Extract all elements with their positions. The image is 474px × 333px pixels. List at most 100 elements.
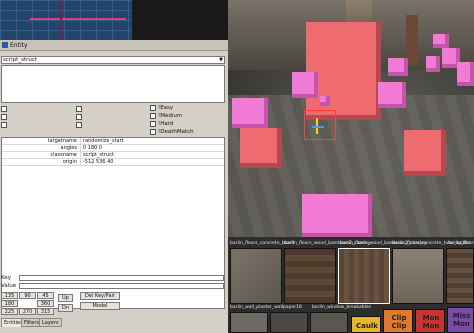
table-row[interactable]: classname script_struct <box>2 152 224 159</box>
caulk-texture[interactable]: Caulk <box>351 316 381 333</box>
pink-cube[interactable] <box>426 56 440 72</box>
checkbox[interactable] <box>76 106 82 112</box>
angle-315-button[interactable]: 315 <box>37 308 54 315</box>
pink-cube[interactable] <box>457 62 474 86</box>
camera-viewport[interactable] <box>228 0 474 237</box>
miss-label: Miss <box>452 312 471 320</box>
table-row[interactable]: angles 0 180 0 <box>2 145 224 152</box>
spawnflag-3[interactable] <box>1 122 9 128</box>
kv-key: angles <box>2 145 81 151</box>
window-title: Entity <box>10 41 28 49</box>
texture-name: barlin_floors_wood <box>448 241 474 246</box>
kv-key: classname <box>2 152 81 158</box>
entity-window: Entity script_struct ▼ !Easy !Medium !Ha… <box>0 40 229 333</box>
angle-270-button[interactable]: 270 <box>19 308 36 315</box>
entity-class-value: script_struct <box>3 57 38 63</box>
texture-tile[interactable] <box>284 248 336 304</box>
red-cube[interactable] <box>404 130 446 176</box>
angle-90-button[interactable]: 90 <box>19 292 36 299</box>
kv-key: origin <box>2 159 81 165</box>
angle-45-button[interactable]: 45 <box>37 292 54 299</box>
down-button[interactable]: Dn <box>58 304 73 312</box>
pink-cube[interactable] <box>388 58 408 76</box>
spawnflag-hard[interactable]: !Hard <box>150 121 173 127</box>
checkbox[interactable] <box>76 114 82 120</box>
window-titlebar[interactable]: Entity <box>0 40 228 51</box>
texture-tile[interactable] <box>446 248 474 304</box>
tab-layers[interactable]: Layers <box>39 318 62 327</box>
kv-value: -512 536 40 <box>83 159 114 165</box>
pink-cube[interactable] <box>378 82 406 108</box>
spawnflag-1[interactable] <box>1 106 9 112</box>
model-button[interactable]: Model <box>80 302 120 310</box>
spawnflag-5[interactable] <box>76 114 84 120</box>
grid-lines <box>0 0 132 40</box>
texture-tile[interactable] <box>230 312 268 333</box>
spawnflag-4[interactable] <box>76 106 84 112</box>
window-icon <box>2 42 8 48</box>
clip-texture[interactable]: Clip Clip <box>383 309 413 333</box>
key-label: Key <box>1 275 11 281</box>
spawnflag-easy-label: !Easy <box>158 105 174 111</box>
checkbox[interactable] <box>150 113 156 119</box>
chevron-down-icon[interactable]: ▼ <box>219 57 223 63</box>
texture-name: barlin_wall_plaster_wallpaper18 <box>230 305 302 310</box>
kv-value: randomize_start <box>83 138 124 144</box>
monster-clip-texture[interactable]: Mon Mon <box>415 309 445 333</box>
checkbox[interactable] <box>150 105 156 111</box>
checkbox[interactable] <box>150 129 156 135</box>
spawnflag-hard-label: !Hard <box>158 121 174 127</box>
spawnflag-2[interactable] <box>1 114 9 120</box>
pink-cube[interactable] <box>302 194 372 237</box>
spawnflag-deathmatch-label: !DeathMatch <box>158 129 194 135</box>
up-button[interactable]: Up <box>58 294 73 302</box>
angle-360-button[interactable]: 360 <box>37 300 54 307</box>
axis-gizmo-x[interactable] <box>312 126 324 128</box>
entity-class-select[interactable]: script_struct ▼ <box>1 56 225 64</box>
checkbox[interactable] <box>1 106 7 112</box>
angle-135-button[interactable]: 135 <box>1 292 18 299</box>
pink-cube[interactable] <box>232 98 268 128</box>
delete-keypair-button[interactable]: Del Key/Pair <box>80 292 120 300</box>
checkbox[interactable] <box>150 121 156 127</box>
table-row[interactable]: targetname randomize_start <box>2 138 224 145</box>
checkbox[interactable] <box>76 122 82 128</box>
texture-tile-selected[interactable] <box>338 248 390 304</box>
checkbox[interactable] <box>1 114 7 120</box>
spawnflag-easy[interactable]: !Easy <box>150 105 173 111</box>
angle-180-button[interactable]: 180 <box>1 300 18 307</box>
texture-tile[interactable] <box>310 312 348 333</box>
tall-red-block[interactable] <box>306 22 381 120</box>
pink-cube[interactable] <box>320 96 330 106</box>
spawnflag-medium[interactable]: !Medium <box>150 113 182 119</box>
pink-cube[interactable] <box>433 34 449 48</box>
texture-browser[interactable]: barlin_floors_concrete_blue4 barlin_floo… <box>228 237 474 333</box>
selected-entity-box[interactable] <box>304 110 336 140</box>
clip-label: Clip <box>391 322 407 330</box>
grid-viewport[interactable] <box>0 0 132 40</box>
missile-clip-texture[interactable]: Miss Mon <box>447 307 474 333</box>
miss-label: Mon <box>453 320 470 328</box>
grid-selection-line <box>30 18 126 20</box>
checkbox[interactable] <box>1 122 7 128</box>
texture-tile[interactable] <box>270 312 308 333</box>
texture-tile[interactable] <box>392 248 444 304</box>
mon-label: Mon <box>422 314 440 322</box>
spawnflag-medium-label: !Medium <box>158 113 183 119</box>
key-input[interactable] <box>19 275 224 281</box>
table-row[interactable]: origin -512 536 40 <box>2 159 224 166</box>
clip-label: Clip <box>391 314 407 322</box>
grid-selection-line-vertical <box>60 0 62 40</box>
spawnflag-6[interactable] <box>76 122 84 128</box>
spawnflag-deathmatch[interactable]: !DeathMatch <box>150 129 194 135</box>
entity-description-box[interactable] <box>1 65 225 103</box>
kv-key: targetname <box>2 138 81 144</box>
kv-value: script_struct <box>83 152 114 158</box>
angle-225-button[interactable]: 225 <box>1 308 18 315</box>
kv-value: 0 180 0 <box>83 145 103 151</box>
red-cube[interactable] <box>240 128 282 168</box>
texture-tile[interactable] <box>230 248 282 304</box>
texture-name: barlin_window_breakables <box>312 305 372 310</box>
value-input[interactable] <box>19 283 224 289</box>
pink-cube[interactable] <box>292 72 318 98</box>
